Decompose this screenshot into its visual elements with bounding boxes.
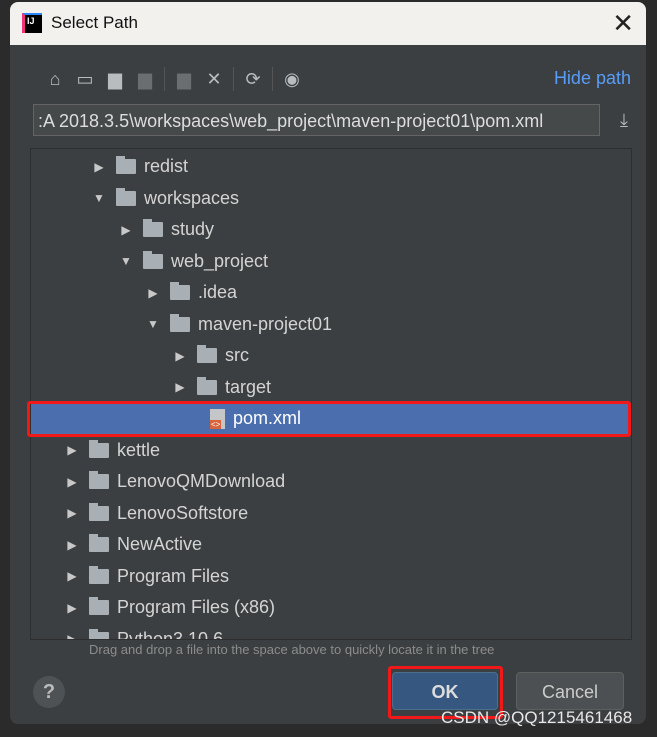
expand-arrow-icon[interactable]: ▶ bbox=[119, 223, 133, 237]
tree-item-label: LenovoQMDownload bbox=[117, 471, 286, 491]
expand-arrow-icon[interactable]: ▶ bbox=[65, 601, 79, 615]
ok-button[interactable]: OK bbox=[392, 672, 498, 710]
expand-arrow-icon[interactable]: ▶ bbox=[173, 349, 187, 363]
toolbar-divider bbox=[233, 67, 234, 91]
tree-item-label: src bbox=[225, 345, 249, 365]
folder-icon bbox=[116, 187, 136, 206]
cancel-button[interactable]: Cancel bbox=[516, 672, 624, 710]
folder-icon bbox=[89, 439, 109, 458]
folder-icon bbox=[89, 565, 109, 584]
select-path-dialog: IJ Select Path ✕ ⌂ ▭ ▆ ▆ ▆ ✕ ⟳ ◉ Hide pa… bbox=[10, 2, 646, 724]
folder-icon bbox=[197, 345, 217, 363]
tree-item[interactable]: ▶ Program Files bbox=[31, 561, 631, 592]
home-icon[interactable]: ⌂ bbox=[40, 69, 70, 90]
tree-item-label: Program Files bbox=[117, 565, 230, 586]
tree-item-label: target bbox=[225, 376, 272, 397]
expand-arrow-icon[interactable]: ▶ bbox=[65, 632, 79, 639]
tree-item-label: workspaces bbox=[144, 187, 240, 208]
tree-item[interactable]: ▼ workspaces bbox=[31, 183, 631, 214]
tree-item[interactable]: ▶ .idea bbox=[31, 277, 631, 308]
expand-arrow-icon[interactable]: ▶ bbox=[65, 569, 79, 583]
tree-item[interactable]: ▶ study bbox=[31, 214, 631, 245]
close-button[interactable]: ✕ bbox=[612, 8, 634, 39]
toolbar-divider bbox=[272, 67, 273, 91]
watermark: CSDN @QQ1215461468 bbox=[441, 708, 633, 727]
folder-icon bbox=[89, 628, 109, 639]
download-icon[interactable]: ⤓ bbox=[620, 110, 628, 131]
collapse-arrow-icon[interactable]: ▼ bbox=[119, 254, 133, 268]
refresh-icon[interactable]: ⟳ bbox=[238, 69, 268, 90]
folder-icon bbox=[89, 534, 109, 552]
tree-item-label: pom.xml bbox=[233, 408, 302, 428]
title-bar: IJ Select Path ✕ bbox=[10, 2, 646, 45]
tree-item-label: web_project bbox=[171, 250, 269, 271]
toolbar-divider bbox=[164, 67, 165, 91]
tree-item-label: redist bbox=[144, 156, 189, 176]
folder-icon bbox=[170, 282, 190, 300]
help-button[interactable]: ? bbox=[33, 676, 65, 708]
tree-item-label: NewActive bbox=[117, 534, 203, 554]
folder-icon bbox=[170, 313, 190, 332]
expand-arrow-icon[interactable]: ▶ bbox=[146, 286, 160, 300]
intellij-logo-icon: IJ bbox=[22, 13, 42, 33]
folder-icon bbox=[89, 471, 109, 489]
delete-icon[interactable]: ✕ bbox=[199, 69, 229, 90]
tree-item-label: Python3.10.6 bbox=[117, 628, 224, 640]
tree-item[interactable]: pom.xml bbox=[31, 403, 631, 434]
tree-item-label: kettle bbox=[117, 439, 161, 460]
collapse-arrow-icon[interactable]: ▼ bbox=[92, 191, 106, 205]
expand-arrow-icon[interactable]: ▶ bbox=[173, 380, 187, 394]
folder-icon bbox=[197, 376, 217, 395]
path-input[interactable]: :A 2018.3.5\workspaces\web_project\maven… bbox=[33, 104, 600, 136]
folder-icon bbox=[89, 597, 109, 615]
expand-arrow-icon[interactable]: ▶ bbox=[65, 506, 79, 520]
tree-item[interactable]: ▶ target bbox=[31, 372, 631, 403]
tree-item[interactable]: ▶ redist bbox=[31, 151, 631, 182]
tree-item-label: study bbox=[171, 219, 215, 239]
folder-icon bbox=[143, 250, 163, 269]
toolbar: ⌂ ▭ ▆ ▆ ▆ ✕ ⟳ ◉ bbox=[40, 66, 307, 92]
expand-arrow-icon[interactable]: ▶ bbox=[65, 538, 79, 552]
tree-item[interactable]: ▼ maven-project01 bbox=[31, 309, 631, 340]
tree-item[interactable]: ▶ LenovoSoftstore bbox=[31, 498, 631, 529]
project-folder-icon[interactable]: ▆ bbox=[100, 69, 130, 90]
file-tree[interactable]: ▶ Python3.10.6 ▶ Program Files (x86) ▶ Progra… bbox=[30, 148, 632, 640]
collapse-arrow-icon[interactable]: ▼ bbox=[146, 317, 160, 331]
tree-item-label: .idea bbox=[198, 282, 238, 302]
expand-arrow-icon[interactable]: ▶ bbox=[92, 160, 106, 174]
show-hidden-icon[interactable]: ◉ bbox=[277, 69, 307, 90]
folder-icon bbox=[143, 219, 163, 237]
tree-item-label: Program Files (x86) bbox=[117, 597, 276, 617]
module-folder-icon[interactable]: ▆ bbox=[130, 69, 160, 90]
xml-file-icon bbox=[210, 408, 225, 429]
tree-item[interactable]: ▼ web_project bbox=[31, 246, 631, 277]
tree-item[interactable]: ▶ NewActive bbox=[31, 529, 631, 560]
expand-arrow-icon[interactable]: ▶ bbox=[65, 443, 79, 457]
hide-path-link[interactable]: Hide path bbox=[554, 68, 631, 89]
tree-item[interactable]: ▶ src bbox=[31, 340, 631, 371]
tree-item[interactable]: ▶ Python3.10.6 bbox=[31, 624, 631, 640]
tree-item[interactable]: ▶ kettle bbox=[31, 435, 631, 466]
new-folder-icon[interactable]: ▆ bbox=[169, 69, 199, 90]
tree-item-label: maven-project01 bbox=[198, 313, 333, 334]
tree-item[interactable]: ▶ LenovoQMDownload bbox=[31, 466, 631, 497]
folder-icon bbox=[89, 502, 109, 521]
dialog-title: Select Path bbox=[51, 13, 138, 32]
expand-arrow-icon[interactable]: ▶ bbox=[65, 475, 79, 489]
drag-drop-hint: Drag and drop a file into the space abov… bbox=[89, 642, 495, 657]
folder-icon bbox=[116, 156, 136, 174]
desktop-icon[interactable]: ▭ bbox=[70, 69, 100, 90]
tree-item[interactable]: ▶ Program Files (x86) bbox=[31, 592, 631, 623]
tree-item-label: LenovoSoftstore bbox=[117, 502, 249, 523]
